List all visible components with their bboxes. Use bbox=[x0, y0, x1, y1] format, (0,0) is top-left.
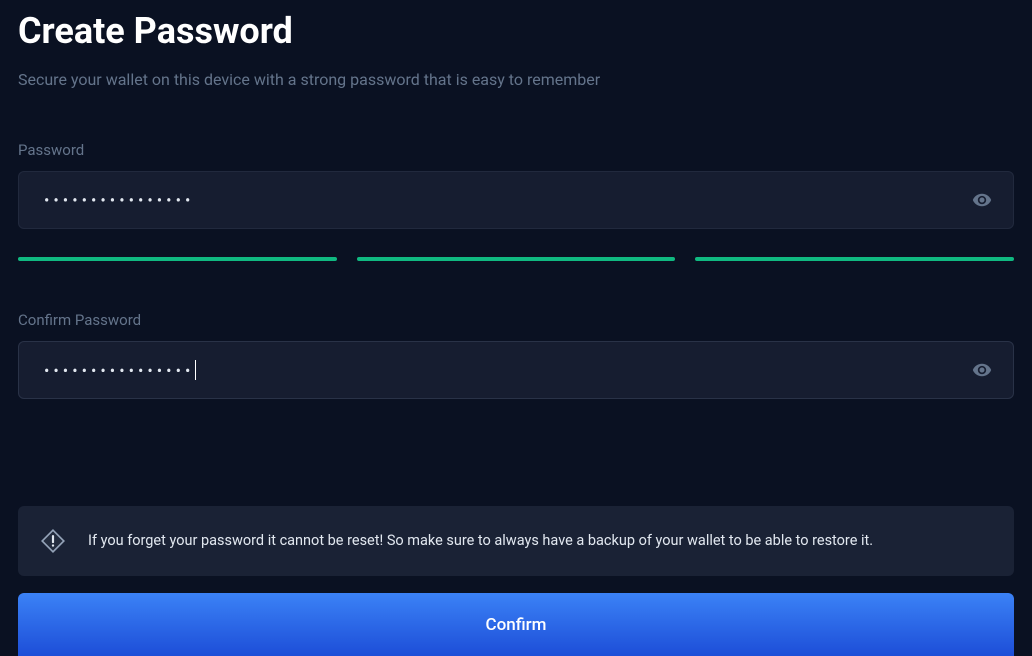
eye-icon[interactable] bbox=[972, 360, 992, 380]
confirm-password-label: Confirm Password bbox=[18, 311, 1014, 329]
warning-banner: If you forget your password it cannot be… bbox=[18, 506, 1014, 576]
strength-bar bbox=[18, 257, 337, 261]
password-field-group: Password •••••••••••••••• bbox=[18, 141, 1014, 229]
confirm-password-field-group: Confirm Password •••••••••••••••• bbox=[18, 311, 1014, 399]
confirm-password-input[interactable] bbox=[18, 341, 1014, 399]
confirm-password-input-wrapper: •••••••••••••••• bbox=[18, 341, 1014, 399]
warning-text: If you forget your password it cannot be… bbox=[88, 530, 873, 551]
password-input[interactable] bbox=[18, 171, 1014, 229]
page-subtitle: Secure your wallet on this device with a… bbox=[18, 70, 1014, 89]
confirm-button[interactable]: Confirm bbox=[18, 593, 1014, 656]
password-input-wrapper: •••••••••••••••• bbox=[18, 171, 1014, 229]
eye-icon[interactable] bbox=[972, 190, 992, 210]
strength-bar bbox=[357, 257, 676, 261]
page-title: Create Password bbox=[18, 10, 1014, 52]
alert-diamond-icon bbox=[40, 528, 66, 554]
password-strength-meter bbox=[18, 257, 1014, 261]
strength-bar bbox=[695, 257, 1014, 261]
password-label: Password bbox=[18, 141, 1014, 159]
